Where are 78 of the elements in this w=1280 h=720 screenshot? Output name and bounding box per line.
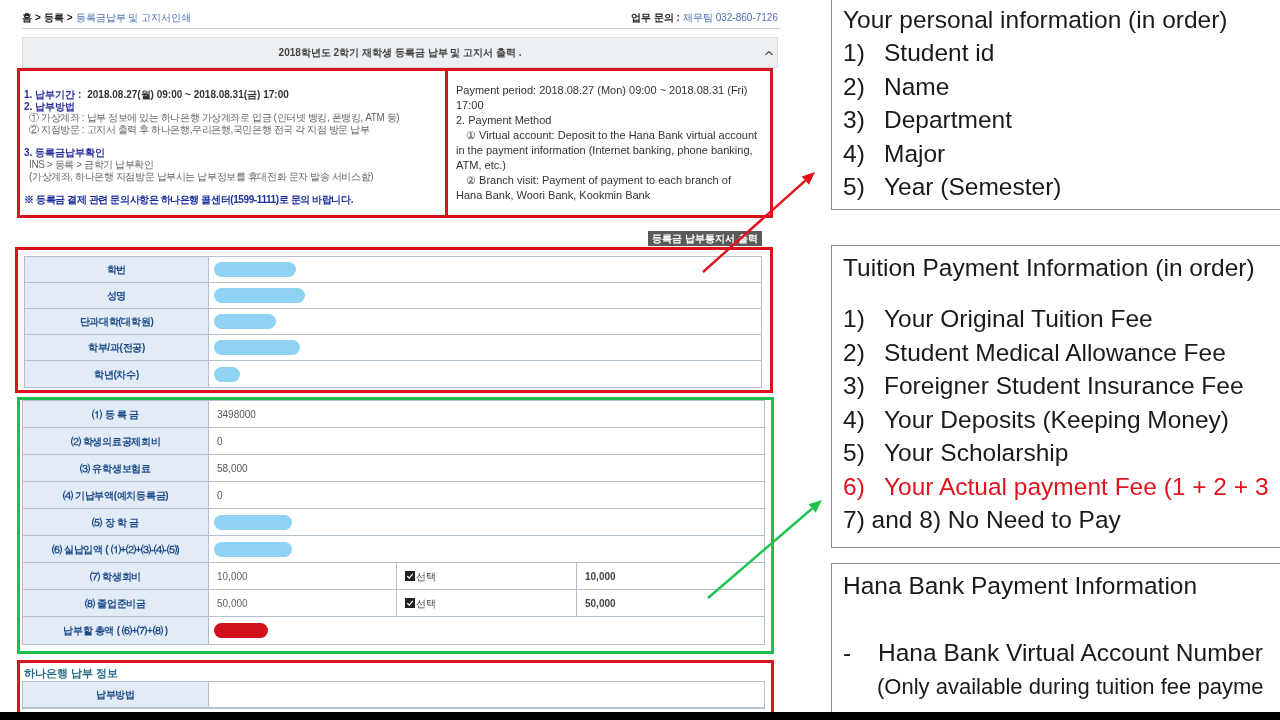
row-label: 학번 [25,257,209,282]
row-label: ⑸ 장 학 금 [23,509,209,535]
option-label: 선택 [416,596,436,611]
notice-warning: ※ 등록금 결제 관련 문의사항은 하나은행 콜센터(1599-1111)로 문의 바랍니다. [24,194,355,206]
table-cell-text: 50,000 [584,596,617,611]
table-cell-text: 0 [216,434,224,449]
note-text: (Only available during tuition fee payme [877,672,1264,701]
item-number: 5) [843,172,866,202]
breadcrumb-link[interactable]: 등록 [43,10,64,25]
note-item: Your Actual payment Fee (1 + 2 + 3 [884,471,1269,502]
note-title: Hana Bank Payment Information [843,571,1199,601]
item-number: 5) [843,438,866,468]
contact-label: 업무 문의 : [631,11,680,25]
item-number: 4) [843,138,866,169]
table-cell-text: 0 [216,488,224,503]
row-label: 학부/과(전공) [25,335,209,360]
item-number: 2) [843,337,866,368]
notice-text: (가상계좌, 하나은행 지점방문 납부시는 납부정보를 휴대전화 문자 발송 서비스함) [28,170,375,183]
table-cell-text: 3498000 [216,407,257,422]
breadcrumb-separator: > [35,11,41,25]
contact-phone: 재무팀 032-860-7126 [682,11,778,25]
breadcrumb-link[interactable]: 홈 [22,10,32,25]
row-label: 단과대학(대학원) [25,309,209,334]
note-item: Major [884,138,946,169]
row-label: ⑵ 학생의료공제회비 [23,428,209,454]
row-label: ⑷ 기납부액(예치등록금) [23,482,209,508]
row-label: 납부할 총액 ( ⑹+⑺+⑻ ) [23,617,209,644]
row-label: ⑶ 유학생보험료 [23,455,209,481]
notice-text: INS > 등록 > 금학기 납부확인 [28,158,155,171]
translation-text: ② Branch visit: Payment of payment to each branch of Hana Bank, Woori Bank, Kookmin Bank [456,173,732,203]
item-number: 1) [843,38,866,68]
breadcrumb-link[interactable]: 등록금납부 및 고지서인쇄 [75,10,192,25]
checkbox[interactable] [405,571,415,581]
note-item: Hana Bank Virtual Account Number [878,638,1263,668]
note-item: Your Original Tuition Fee [884,304,1153,334]
translation-text: 2. Payment Method [456,113,553,128]
note-item: Foreigner Student Insurance Fee [884,371,1244,401]
row-label: ⑴ 등 록 금 [23,401,209,427]
note-item: 7) and 8) No Need to Pay [843,505,1121,535]
item-number: 3) [843,105,866,135]
item-number: 1) [843,304,866,334]
note-item: Student Medical Allowance Fee [884,337,1226,368]
breadcrumb-separator: > [66,11,73,25]
table-cell-text: 10,000 [584,569,617,584]
option-label: 선택 [416,569,436,584]
bullet-dash: - [843,638,853,668]
notice-heading: 1. 납부기간 : [24,89,82,101]
notice-text: ① 가상계좌 : 납부 정보에 있는 하나은행 가상계좌로 입금 (인터넷 뱅킹, 폰뱅킹, ATM 등) [28,112,401,124]
item-number: 4) [843,404,866,435]
item-number: 3) [843,371,866,401]
note-title: Tuition Payment Information (in order) [843,253,1256,283]
row-label: 납부방법 [23,682,209,707]
panel-title: 2018학년도 2학기 재학생 등록금 납부 및 고지서 출력 . [278,46,522,60]
section-title: 하나은행 납부 정보 [23,666,120,681]
row-label: ⑹ 실납입액 ( ⑴+⑵+⑶-⑷-⑸) [23,536,209,562]
item-number: 2) [843,71,866,102]
note-item: Name [884,71,950,102]
table-cell: 50,000 [209,590,397,616]
note-item: Department [884,105,1012,135]
checkbox[interactable] [405,598,415,608]
note-item: Year (Semester) [884,172,1062,202]
note-title: Your personal information (in order) [843,5,1229,35]
item-number: 6) [843,471,866,502]
row-label: ⑻ 졸업준비금 [23,590,209,616]
row-label: 성명 [25,283,209,308]
translation-text: Payment period: 2018.08.27 (Mon) 09:00 ~ 2018.08.31 (Fri) 17:00 [456,83,749,113]
note-item: Your Deposits (Keeping Money) [884,404,1229,435]
notice-period: 2018.08.27(월) 09:00 ~ 2018.08.31(금) 17:00 [87,89,289,101]
note-item: Student id [884,38,995,68]
notice-heading: 2. 납부방법 [24,100,76,113]
table-cell: 10,000 [209,563,397,589]
table-cell-text: 58,000 [216,461,249,476]
notice-heading: 3. 등록금납부확인 [24,147,106,159]
note-item: Your Scholarship [884,438,1069,468]
row-label: ⑺ 학생회비 [23,563,209,589]
row-label: 학년(차수) [25,361,209,387]
translation-text: ① Virtual account: Deposit to the Hana Bank virtual account in the payment information (Internet banking, phone banking, ATM, etc.) [456,128,759,173]
notice-text: ② 지점방문 : 고지서 출력 후 하나은행,우리은행,국민은행 전국 각 지점 방문 납부 [28,123,371,136]
